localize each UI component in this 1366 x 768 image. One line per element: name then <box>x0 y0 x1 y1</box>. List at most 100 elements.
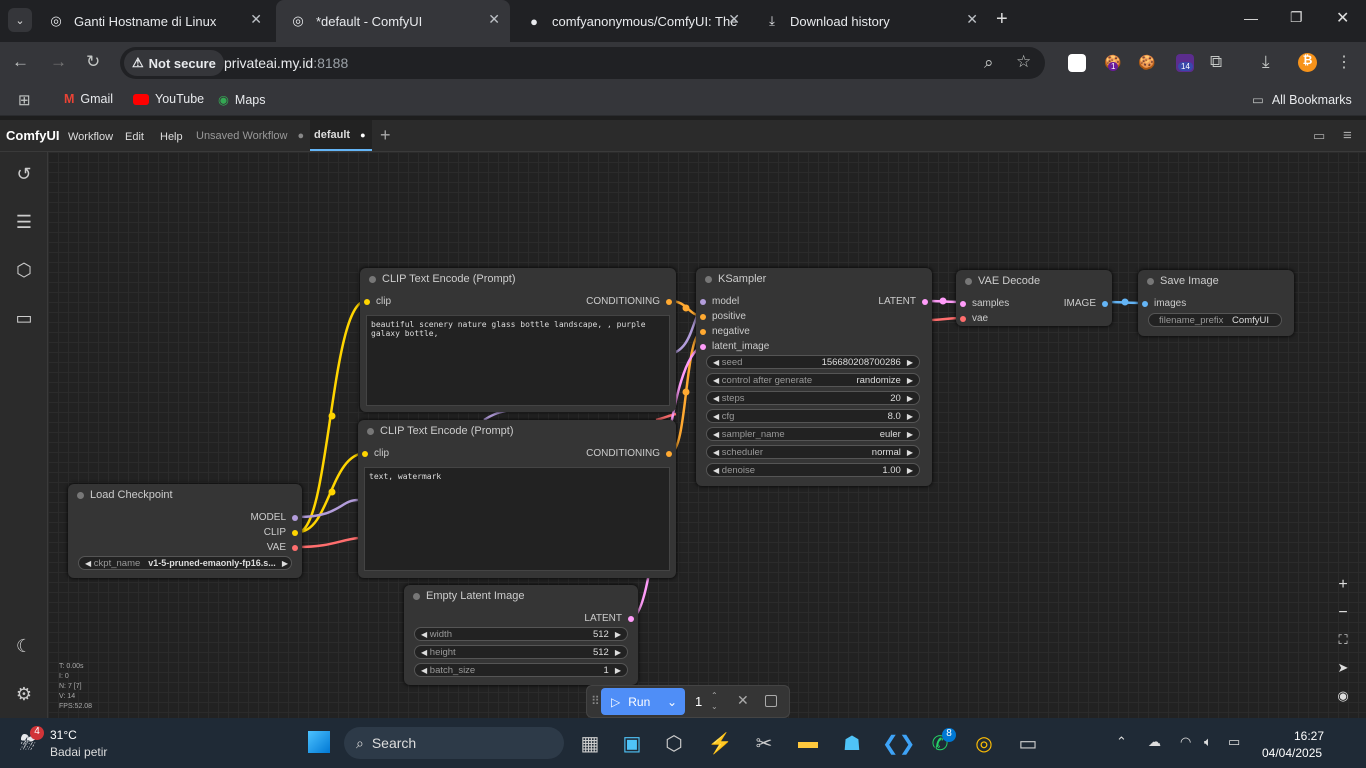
star-icon[interactable]: ☆ <box>1016 52 1031 72</box>
browser-tab[interactable]: ◎ Ganti Hostname di Linux ✕ <box>34 0 272 42</box>
queue-list-icon[interactable]: ☰ <box>12 212 36 236</box>
ksampler-node[interactable]: KSampler model positive negative latent_… <box>696 268 932 486</box>
input-slot-latent-image[interactable]: latent_image <box>700 341 769 352</box>
decrement-arrow-icon[interactable]: ◀ <box>421 630 427 639</box>
extension-icon[interactable] <box>1068 54 1086 72</box>
zoom-icon[interactable]: ⌕ <box>984 53 994 73</box>
load-checkpoint-node[interactable]: Load Checkpoint MODEL CLIP VAE ◀ ckpt_na… <box>68 484 302 578</box>
increment-arrow-icon[interactable]: ▶ <box>615 666 621 675</box>
decrement-arrow-icon[interactable]: ◀ <box>713 394 719 403</box>
input-slot-clip[interactable]: clip <box>362 448 389 459</box>
prompt-textarea[interactable]: text, watermark <box>364 467 670 571</box>
tray-chevron-icon[interactable]: ⌃ <box>1116 734 1127 750</box>
widget-scheduler[interactable]: ◀ scheduler normal ▶ <box>706 445 920 459</box>
settings-gear-icon[interactable]: ⚙ <box>12 684 36 708</box>
bitcoin-icon[interactable]: ₿ <box>1298 53 1317 72</box>
reload-icon[interactable]: ↻ <box>86 52 100 72</box>
widget-ckpt-name[interactable]: ◀ ckpt_name v1-5-pruned-emaonly-fp16.s...… <box>78 556 292 570</box>
bookmark-maps[interactable]: ◉ Maps <box>218 92 266 108</box>
clip-text-encode-negative-node[interactable]: CLIP Text Encode (Prompt) clip CONDITION… <box>358 420 676 578</box>
widget-sampler-name[interactable]: ◀ sampler_name euler ▶ <box>706 427 920 441</box>
browser-tab[interactable]: ● comfyanonymous/ComfyUI: The ✕ <box>512 0 750 42</box>
volume-icon[interactable]: 🔈︎ <box>1204 734 1212 750</box>
tab-search-button[interactable]: ⌄ <box>8 8 32 32</box>
input-slot-negative[interactable]: negative <box>700 326 750 337</box>
decrement-arrow-icon[interactable]: ◀ <box>713 448 719 457</box>
zoom-out-button[interactable]: − <box>1333 604 1353 622</box>
decrement-arrow-icon[interactable]: ◀ <box>713 466 719 475</box>
menu-edit[interactable]: Edit <box>125 121 144 152</box>
workflow-tab-unsaved[interactable]: Unsaved Workflow ● <box>196 120 304 151</box>
widget-batch-size[interactable]: ◀ batch_size 1 ▶ <box>414 663 628 677</box>
history-icon[interactable]: ↺ <box>12 164 36 188</box>
forward-icon[interactable]: → <box>50 52 67 72</box>
chrome-icon[interactable]: ◎ <box>970 731 998 759</box>
browser-tab-active[interactable]: ◎ *default - ComfyUI ✕ <box>276 0 510 42</box>
input-slot-model[interactable]: model <box>700 296 739 307</box>
output-slot-clip[interactable]: CLIP <box>264 527 298 538</box>
network-app-icon[interactable]: ☗ <box>838 731 866 759</box>
increment-arrow-icon[interactable]: ▶ <box>907 466 913 475</box>
increment-arrow-icon[interactable]: ▶ <box>907 430 913 439</box>
clip-text-encode-positive-node[interactable]: CLIP Text Encode (Prompt) clip CONDITION… <box>360 268 676 412</box>
battery-icon[interactable]: ▭ <box>1228 734 1240 750</box>
increment-arrow-icon[interactable]: ▶ <box>907 394 913 403</box>
input-slot-images[interactable]: images <box>1142 298 1186 309</box>
widget-filename-prefix[interactable]: filename_prefix ComfyUI <box>1148 313 1282 327</box>
close-tab-icon[interactable]: ✕ <box>250 11 262 28</box>
output-slot-conditioning[interactable]: CONDITIONING <box>586 296 672 307</box>
decrement-arrow-icon[interactable]: ◀ <box>713 412 719 421</box>
increment-arrow-icon[interactable]: ▶ <box>282 559 288 568</box>
hamburger-menu-icon[interactable]: ≡ <box>1343 120 1352 151</box>
close-window-button[interactable]: ✕ <box>1336 8 1349 28</box>
clock-time[interactable]: 16:27 <box>1294 729 1324 743</box>
menu-workflow[interactable]: Workflow <box>68 121 113 152</box>
widget-width[interactable]: ◀ width 512 ▶ <box>414 627 628 641</box>
fit-view-icon[interactable]: ⛶ <box>1333 632 1353 648</box>
stepper-icon[interactable]: ⌃ ⌄ <box>711 690 718 712</box>
decrement-arrow-icon[interactable]: ◀ <box>421 648 427 657</box>
close-tab-icon[interactable]: ✕ <box>728 11 740 28</box>
output-slot-model[interactable]: MODEL <box>250 512 298 523</box>
menu-help[interactable]: Help <box>160 121 183 152</box>
bookmark-gmail[interactable]: M Gmail <box>64 92 113 106</box>
tray-app-icon[interactable]: ☁ <box>1148 734 1161 750</box>
browser-tab[interactable]: ⤓ Download history ✕ <box>750 0 988 42</box>
address-bar[interactable]: ⚠ Not secure privateai.my.id:8188 ⌕ ☆ <box>120 47 1045 79</box>
clock-date[interactable]: 04/04/2025 <box>1262 746 1322 760</box>
close-tab-icon[interactable]: ✕ <box>966 11 978 28</box>
drag-handle-icon[interactable]: ⠿ <box>591 694 600 708</box>
zoom-in-button[interactable]: + <box>1333 576 1353 594</box>
output-slot-image[interactable]: IMAGE <box>1064 298 1108 309</box>
puzzle-icon[interactable]: ⧉ <box>1210 52 1222 72</box>
new-tab-button[interactable]: + <box>996 8 1008 31</box>
select-mode-icon[interactable]: ➤ <box>1333 660 1353 676</box>
workflow-tab-default[interactable]: default ● <box>310 120 372 151</box>
windows-start-icon[interactable] <box>308 731 330 753</box>
output-slot-latent[interactable]: LATENT <box>878 296 928 307</box>
photos-icon[interactable]: ▣ <box>618 731 646 759</box>
restore-button[interactable]: ❐ <box>1290 9 1303 26</box>
back-icon[interactable]: ← <box>12 52 29 72</box>
widget-steps[interactable]: ◀ steps 20 ▶ <box>706 391 920 405</box>
new-workflow-button[interactable]: + <box>380 120 391 151</box>
taskbar-search[interactable]: ⌕ Search <box>344 727 564 759</box>
download-icon[interactable]: ⤓ <box>1262 52 1270 72</box>
increment-arrow-icon[interactable]: ▶ <box>907 448 913 457</box>
increment-arrow-icon[interactable]: ▶ <box>907 376 913 385</box>
increment-arrow-icon[interactable]: ▶ <box>907 412 913 421</box>
output-slot-conditioning[interactable]: CONDITIONING <box>586 448 672 459</box>
widget-seed[interactable]: ◀ seed 156680208700286 ▶ <box>706 355 920 369</box>
widget-denoise[interactable]: ◀ denoise 1.00 ▶ <box>706 463 920 477</box>
input-slot-positive[interactable]: positive <box>700 311 746 322</box>
powertoys-icon[interactable]: ⚡ <box>706 731 734 759</box>
output-slot-vae[interactable]: VAE <box>267 542 298 553</box>
input-slot-samples[interactable]: samples <box>960 298 1009 309</box>
close-tab-icon[interactable]: ✕ <box>488 11 500 28</box>
theme-toggle-icon[interactable]: ☾ <box>12 636 36 660</box>
snipping-tool-icon[interactable]: ✂ <box>750 731 778 759</box>
run-button[interactable]: ▷ Run ⌄ <box>601 688 685 715</box>
apps-icon[interactable]: ⊞ <box>18 91 31 109</box>
toggle-panel-icon[interactable]: ▭ <box>1313 120 1325 151</box>
increment-arrow-icon[interactable]: ▶ <box>615 630 621 639</box>
